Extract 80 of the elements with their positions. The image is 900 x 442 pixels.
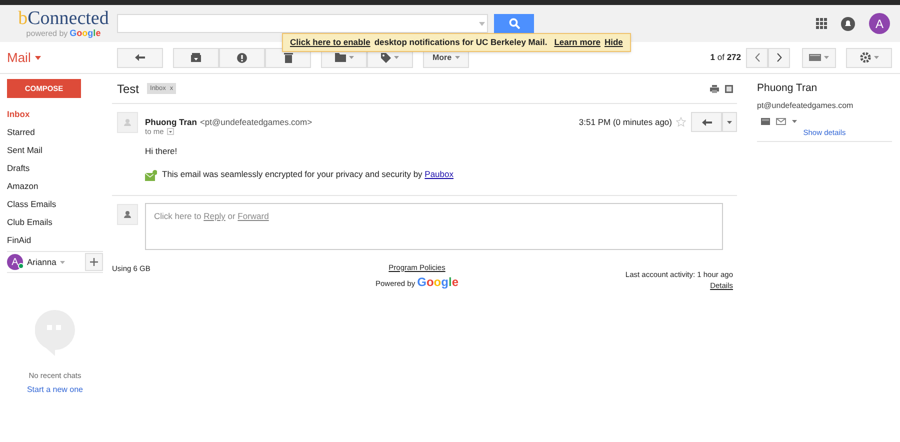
reply-arrow-icon	[135, 54, 145, 61]
message-time: 3:51 PM (0 minutes ago)	[578, 116, 672, 128]
input-tools-button[interactable]	[802, 48, 836, 68]
trash-icon	[284, 52, 292, 62]
search-button[interactable]	[494, 14, 534, 33]
bell-icon[interactable]	[841, 16, 855, 30]
envelope-lock-icon	[145, 170, 157, 181]
folder-link[interactable]: Sent Mail	[0, 141, 110, 159]
email-subject: Test	[117, 80, 140, 98]
caret-icon	[479, 22, 485, 26]
tag-icon	[381, 52, 391, 62]
caret-icon	[874, 56, 878, 59]
folder-link[interactable]: Starred	[0, 123, 110, 141]
plus-icon	[90, 258, 98, 266]
report-spam-button[interactable]	[219, 48, 265, 68]
reply-arrow-icon	[702, 118, 712, 126]
google-logo: Google	[70, 28, 101, 38]
contact-email: pt@undefeatedgames.com	[757, 100, 854, 112]
reply-box-link[interactable]: Reply	[204, 210, 226, 221]
folder-link[interactable]: Inbox	[0, 105, 110, 123]
mail-menu[interactable]: Mail	[7, 48, 31, 68]
caret-icon	[727, 120, 732, 124]
tagline: powered by	[26, 28, 68, 38]
account-avatar[interactable]: A	[869, 13, 890, 34]
enable-notifications-link[interactable]: Click here to enable	[290, 36, 370, 49]
sender-name: Phuong Tran	[145, 116, 197, 127]
folder-link[interactable]: Club Emails	[0, 213, 110, 231]
print-icon[interactable]	[710, 84, 719, 92]
caret-icon	[348, 56, 354, 59]
reply-button[interactable]	[117, 48, 163, 68]
contact-name: Phuong Tran	[757, 81, 818, 96]
sender-address: <pt@undefeatedgames.com>	[200, 116, 312, 127]
caret-icon	[394, 56, 399, 59]
caret-icon	[34, 56, 41, 60]
notification-text: desktop notifications for UC Berkeley Mail.	[374, 36, 548, 49]
settings-button[interactable]	[846, 48, 892, 68]
encryption-note: This email was seamlessly encrypted for your privacy and security by Paubox	[162, 168, 454, 181]
folder-link[interactable]: Class Emails	[0, 195, 110, 213]
caret-icon	[824, 56, 829, 59]
chevron-left-icon	[754, 53, 760, 62]
archive-button[interactable]	[173, 48, 219, 68]
star-icon[interactable]	[676, 117, 686, 127]
reply-box-link[interactable]: Forward	[238, 210, 269, 221]
caret-icon	[168, 130, 172, 133]
archive-box-icon	[191, 53, 201, 62]
reply-button[interactable]	[691, 112, 722, 132]
search-field[interactable]	[117, 14, 488, 33]
chevron-right-icon	[776, 53, 782, 62]
start-chat-link[interactable]: Start a new one	[26, 384, 84, 396]
folder-link[interactable]: FinAid	[0, 231, 110, 249]
new-window-icon[interactable]	[725, 84, 733, 92]
keyboard-icon	[809, 54, 821, 61]
video-call-icon[interactable]	[761, 118, 770, 125]
page-counter: 1 of 272	[710, 51, 741, 64]
paubox-link[interactable]: Paubox	[424, 169, 454, 179]
caret-icon[interactable]	[792, 120, 797, 123]
apps-grid-icon[interactable]	[816, 18, 827, 29]
folder-link[interactable]: Drafts	[0, 159, 110, 177]
new-chat-button[interactable]	[85, 253, 103, 271]
details-toggle[interactable]	[166, 128, 174, 136]
settings-icon	[860, 52, 870, 63]
message-body: Hi there!	[145, 145, 178, 158]
previous-button[interactable]	[746, 48, 768, 68]
folder-link[interactable]: Amazon	[0, 177, 110, 195]
person-icon	[124, 210, 131, 218]
account-name[interactable]: Arianna	[27, 256, 56, 268]
caret-icon	[60, 260, 66, 264]
notification-action-link[interactable]: Hide	[604, 36, 623, 49]
notification-action-link[interactable]: Learn more	[554, 36, 600, 49]
person-icon	[124, 119, 131, 126]
reply-box[interactable]: Click here to Reply or Forward	[145, 202, 723, 250]
more-actions-button[interactable]	[722, 112, 737, 132]
search-icon	[508, 18, 520, 29]
next-button[interactable]	[768, 48, 790, 68]
account-avatar: A	[7, 254, 23, 270]
exclamation-icon	[237, 52, 247, 62]
logo-title: bConnected	[18, 8, 109, 28]
google-logo: Google	[417, 274, 458, 291]
caret-icon	[454, 56, 460, 59]
envelope-icon[interactable]	[776, 118, 786, 125]
